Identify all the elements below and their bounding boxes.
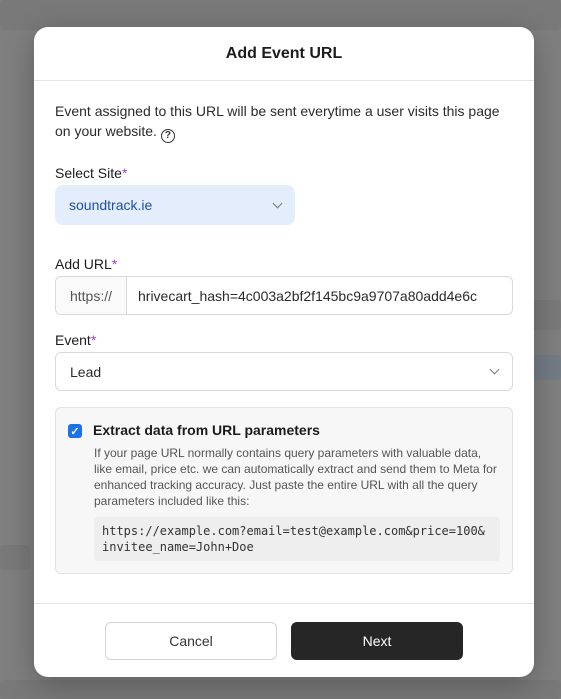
url-input[interactable]: hrivecart_hash=4c003a2bf2f145bc9a9707a80… [127, 277, 512, 314]
dialog-body: Event assigned to this URL will be sent … [34, 81, 534, 574]
extract-params-row: ✓ Extract data from URL parameters [68, 422, 500, 438]
dialog-footer: Cancel Next [34, 603, 534, 677]
required-mark: * [111, 256, 118, 272]
site-label-text: Select Site [55, 165, 122, 181]
add-event-url-dialog: Add Event URL Event assigned to this URL… [34, 27, 534, 677]
intro-text: Event assigned to this URL will be sent … [55, 101, 513, 143]
example-url-code: https://example.com?email=test@example.c… [94, 517, 500, 561]
url-label-text: Add URL [55, 256, 112, 272]
event-select[interactable]: Lead [55, 352, 513, 391]
site-label: Select Site* [55, 165, 513, 181]
chevron-down-icon [489, 364, 500, 375]
extract-params-description: If your page URL normally contains query… [94, 446, 497, 508]
event-label: Event* [55, 332, 513, 348]
extract-params-checkbox[interactable]: ✓ [68, 424, 82, 438]
url-label: Add URL* [55, 256, 513, 272]
dialog-title: Add Event URL [225, 44, 343, 62]
site-select-value: soundtrack.ie [69, 197, 153, 213]
event-label-text: Event [55, 332, 91, 348]
dialog-header: Add Event URL [34, 27, 534, 81]
url-prefix: https:// [56, 277, 127, 314]
required-mark: * [121, 165, 128, 181]
cancel-button[interactable]: Cancel [105, 621, 277, 660]
chevron-down-icon [272, 198, 283, 208]
extract-params-panel: ✓ Extract data from URL parameters If yo… [55, 407, 513, 574]
event-select-value: Lead [70, 363, 102, 380]
next-button[interactable]: Next [291, 621, 463, 660]
help-icon[interactable]: ? [160, 129, 175, 143]
intro-text-content: Event assigned to this URL will be sent … [55, 103, 500, 139]
required-mark: * [90, 332, 97, 348]
site-select[interactable]: soundtrack.ie [55, 185, 295, 225]
extract-params-title: Extract data from URL parameters [93, 422, 320, 438]
url-field-group: https:// hrivecart_hash=4c003a2bf2f145bc… [55, 276, 513, 315]
